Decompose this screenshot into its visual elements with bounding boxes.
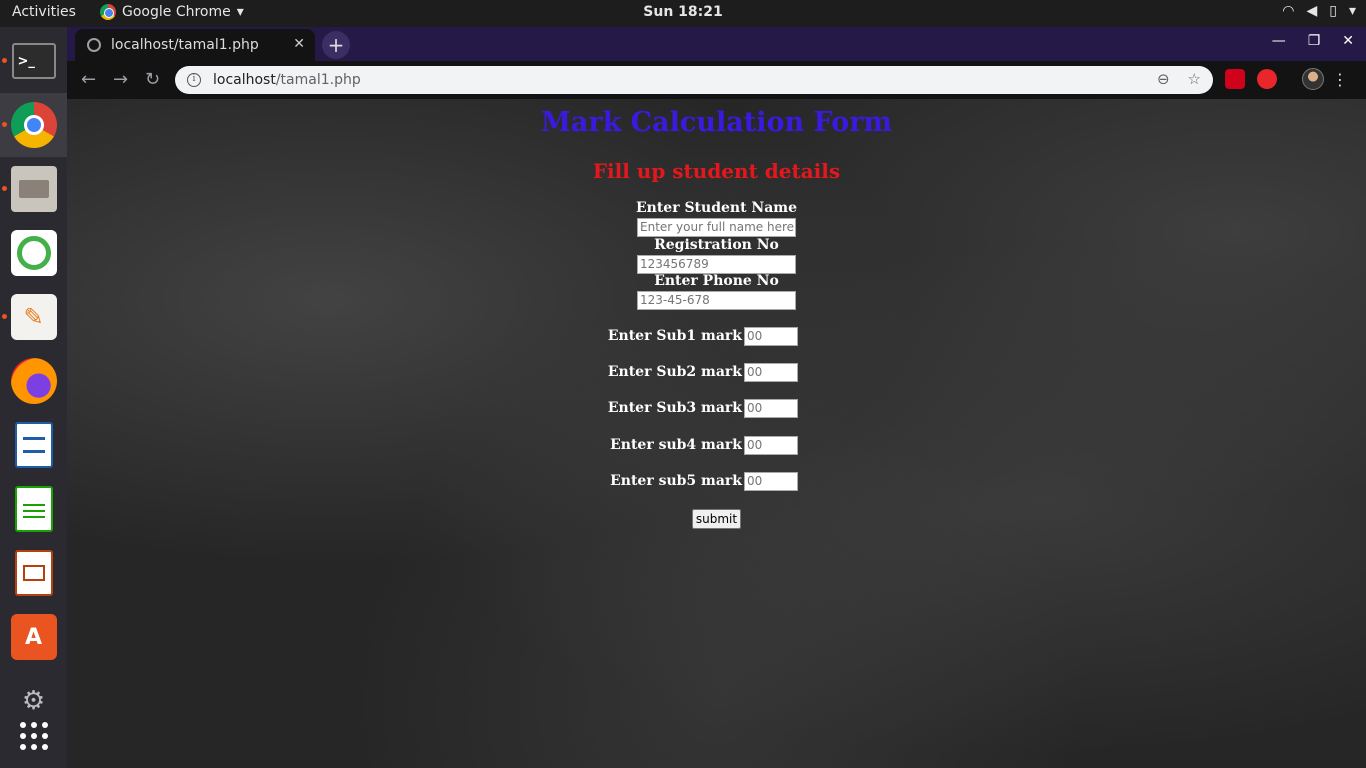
extension-icon[interactable] [1257, 69, 1277, 89]
chevron-down-icon: ▾ [236, 4, 244, 20]
app-menu[interactable]: Google Chrome ▾ [100, 4, 244, 20]
dock-files[interactable] [0, 157, 67, 221]
back-icon[interactable]: ← [81, 69, 96, 90]
window-controls: — ❐ ✕ [1272, 33, 1354, 49]
clock[interactable]: Sun 18:21 [643, 4, 722, 20]
sub5-row: Enter sub5 mark 00 [67, 472, 1366, 491]
show-applications-button[interactable] [0, 704, 67, 768]
text-editor-icon: ✎ [10, 294, 57, 340]
dock-text-editor[interactable]: ✎ [0, 285, 67, 349]
extension-icon[interactable] [1225, 69, 1245, 89]
calc-icon [14, 486, 53, 532]
new-tab-button[interactable]: + [322, 31, 350, 59]
gnome-top-bar: Activities Google Chrome ▾ Sun 18:21 ◠ ◀… [0, 0, 1366, 27]
terminal-icon: >_ [11, 43, 56, 79]
sub3-row: Enter Sub3 mark 00 [67, 399, 1366, 418]
app-menu-label: Google Chrome [122, 4, 231, 20]
student-name-input[interactable]: Enter your full name here [637, 218, 796, 237]
forward-icon[interactable]: → [113, 69, 128, 90]
sub4-label: Enter sub4 mark [610, 437, 742, 453]
sub4-input[interactable]: 00 [744, 436, 798, 455]
file-manager-icon [10, 166, 57, 212]
dock-calc[interactable] [0, 477, 67, 541]
sub3-label: Enter Sub3 mark [607, 400, 742, 416]
sub1-row: Enter Sub1 mark 00 [67, 327, 1366, 346]
dock-terminal[interactable]: >_ [0, 29, 67, 93]
sub3-input[interactable]: 00 [744, 399, 798, 418]
tab-title: localhost/tamal1.php [111, 37, 259, 53]
software-center-icon: A [10, 614, 57, 660]
browser-toolbar: ← → ↻ i localhost/tamal1.php ⊖ ☆ ⋮ [67, 61, 1366, 99]
page-viewport: Mark Calculation Form Fill up student de… [67, 99, 1366, 768]
registration-label: Registration No [654, 237, 779, 253]
wifi-icon: ◠ [1282, 3, 1295, 19]
menu-kebab-icon[interactable]: ⋮ [1332, 70, 1348, 89]
writer-icon [14, 422, 53, 468]
tab-active[interactable]: localhost/tamal1.php ✕ [75, 29, 315, 61]
battery-icon: ▯ [1329, 3, 1337, 19]
sub2-input[interactable]: 00 [744, 363, 798, 382]
dock: >_ ✎ A ⚙ [0, 27, 67, 768]
address-bar[interactable]: i localhost/tamal1.php ⊖ ☆ [175, 66, 1213, 94]
profile-avatar[interactable] [1302, 68, 1324, 90]
sub4-row: Enter sub4 mark 00 [67, 436, 1366, 455]
chrome-window: localhost/tamal1.php ✕ + — ❐ ✕ ← → ↻ i l… [67, 27, 1366, 768]
volume-icon: ◀ [1306, 3, 1318, 19]
info-icon[interactable]: i [187, 73, 201, 87]
globe-icon [87, 38, 101, 52]
url-path: /tamal1.php [275, 72, 361, 88]
sub2-row: Enter Sub2 mark 00 [67, 363, 1366, 382]
dock-software-center[interactable]: A [0, 605, 67, 669]
sub5-label: Enter sub5 mark [610, 473, 742, 489]
page-title: Mark Calculation Form [540, 107, 893, 138]
url-host: localhost [213, 72, 276, 88]
firefox-icon [10, 358, 57, 404]
anaconda-navigator-icon [10, 230, 57, 276]
minimize-icon[interactable]: — [1272, 33, 1286, 49]
page-subtitle: Fill up student details [592, 159, 841, 183]
show-apps-icon [19, 722, 48, 750]
sub5-input[interactable]: 00 [744, 472, 798, 491]
close-window-icon[interactable]: ✕ [1342, 33, 1354, 49]
close-tab-icon[interactable]: ✕ [293, 36, 305, 52]
dock-impress[interactable] [0, 541, 67, 605]
chrome-icon [100, 4, 116, 20]
phone-label: Enter Phone No [654, 273, 779, 289]
reload-icon[interactable]: ↻ [145, 69, 160, 90]
sub1-input[interactable]: 00 [744, 327, 798, 346]
submit-button[interactable]: submit [692, 509, 741, 529]
sub2-label: Enter Sub2 mark [607, 364, 742, 380]
chrome-icon [10, 102, 57, 148]
system-tray[interactable]: ◠ ◀ ▯ ▾ [1282, 3, 1356, 19]
phone-input[interactable]: 123-45-678 [637, 291, 796, 310]
dock-firefox[interactable] [0, 349, 67, 413]
dock-anaconda[interactable] [0, 221, 67, 285]
dock-chrome[interactable] [0, 93, 67, 157]
sub1-label: Enter Sub1 mark [607, 328, 742, 344]
dock-writer[interactable] [0, 413, 67, 477]
registration-input[interactable]: 123456789 [637, 255, 796, 274]
zoom-icon[interactable]: ⊖ [1157, 70, 1170, 88]
student-name-label: Enter Student Name [635, 200, 798, 216]
tab-strip: localhost/tamal1.php ✕ + — ❐ ✕ [67, 27, 1366, 61]
maximize-icon[interactable]: ❐ [1308, 33, 1321, 49]
activities-button[interactable]: Activities [12, 4, 76, 20]
bookmark-star-icon[interactable]: ☆ [1188, 70, 1201, 88]
impress-icon [14, 550, 53, 596]
chevron-down-icon: ▾ [1348, 3, 1356, 19]
